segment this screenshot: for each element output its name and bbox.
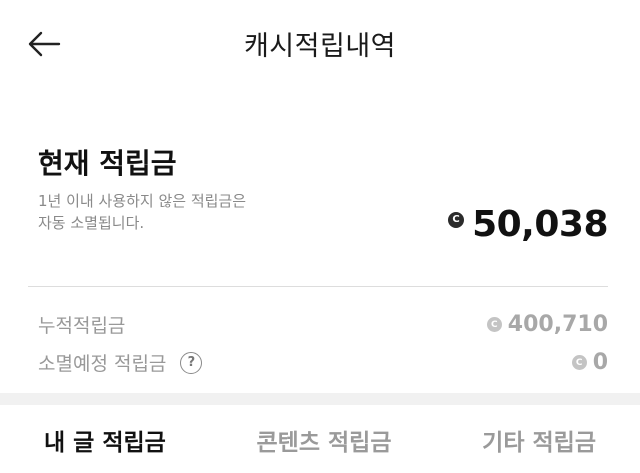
tab-content[interactable]: 콘텐츠 적립금 [257, 423, 392, 457]
balance-summary: 누적적립금 C 400,710 소멸예정 적립금 ? C 0 [0, 287, 640, 393]
accumulated-row: 누적적립금 C 400,710 [38, 311, 608, 338]
tab-my-posts[interactable]: 내 글 적립금 [44, 423, 166, 457]
expiry-notice: 1년 이내 사용하지 않은 적립금은 자동 소멸됩니다. [38, 190, 338, 234]
accumulated-value: 400,710 [507, 312, 608, 337]
cash-coin-icon: C [571, 355, 587, 370]
section-separator [0, 393, 640, 405]
top-bar: 캐시적립내역 [0, 0, 640, 86]
accumulated-label: 누적적립금 [38, 315, 126, 337]
expiry-notice-line1: 1년 이내 사용하지 않은 적립금은 [38, 192, 247, 210]
reward-tabs: 내 글 적립금 콘텐츠 적립금 기타 적립금 [0, 405, 640, 473]
cash-coin-icon: C [448, 211, 465, 228]
help-icon[interactable]: ? [180, 351, 203, 374]
cash-coin-icon: C [486, 317, 502, 332]
expiry-notice-line2: 자동 소멸됩니다. [38, 214, 145, 232]
expiring-value: 0 [592, 350, 608, 375]
balance-title: 현재 적립금 [38, 147, 177, 180]
balance-value: 50,038 [472, 204, 608, 245]
expiring-label: 소멸예정 적립금 [38, 353, 167, 375]
expiring-amount: C 0 [571, 350, 608, 375]
expiring-row: 소멸예정 적립금 ? C 0 [38, 349, 608, 376]
current-balance-section: 현재 적립금 1년 이내 사용하지 않은 적립금은 자동 소멸됩니다. C 50… [0, 86, 640, 286]
page-title: 캐시적립내역 [243, 30, 397, 62]
accumulated-amount: C 400,710 [486, 312, 608, 337]
arrow-left-icon [28, 31, 61, 57]
balance-amount: C 50,038 [448, 204, 608, 245]
tab-other[interactable]: 기타 적립금 [482, 423, 596, 457]
back-button[interactable] [24, 26, 64, 62]
expiring-label-group: 소멸예정 적립금 ? [38, 349, 203, 376]
